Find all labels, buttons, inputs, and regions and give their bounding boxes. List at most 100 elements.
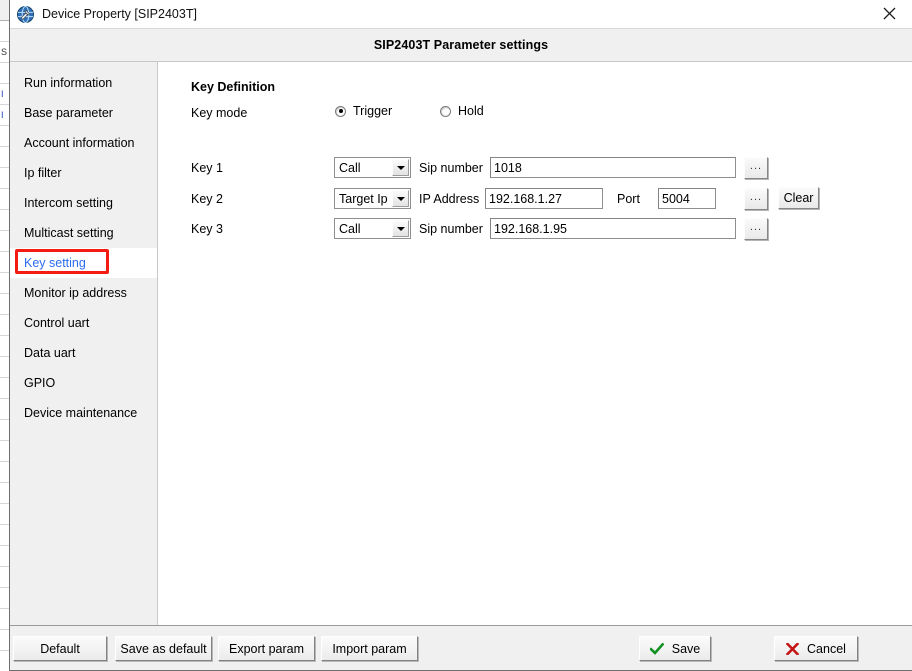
background-table-row bbox=[0, 294, 9, 315]
sidebar-item-ip-filter[interactable]: Ip filter bbox=[10, 158, 157, 188]
background-table-row bbox=[0, 630, 9, 651]
key1-label: Key 1 bbox=[191, 161, 223, 175]
key2-port-label: Port bbox=[617, 192, 640, 206]
background-table-row: I bbox=[0, 105, 9, 126]
close-icon bbox=[883, 7, 896, 20]
background-table-row bbox=[0, 252, 9, 273]
background-table-row bbox=[0, 378, 9, 399]
key3-field-label: Sip number bbox=[419, 222, 483, 236]
key3-mode-select[interactable]: Call bbox=[334, 218, 411, 239]
key2-mode-value: Target Ip bbox=[339, 191, 388, 206]
chevron-down-icon bbox=[392, 159, 409, 176]
key2-ip-address-input[interactable] bbox=[485, 188, 603, 209]
background-table-row bbox=[0, 273, 9, 294]
sidebar-item-label: Base parameter bbox=[24, 106, 113, 120]
background-table-row bbox=[0, 21, 9, 42]
sidebar-item-label: Account information bbox=[24, 136, 135, 150]
background-table-row bbox=[0, 399, 9, 420]
default-label: Default bbox=[40, 641, 80, 656]
import-param-button[interactable]: Import param bbox=[321, 636, 418, 661]
background-table-row bbox=[0, 462, 9, 483]
sidebar-item-key-setting[interactable]: Key setting bbox=[10, 248, 157, 278]
sidebar-item-control-uart[interactable]: Control uart bbox=[10, 308, 157, 338]
background-table-row bbox=[0, 567, 9, 588]
section-title: Key Definition bbox=[191, 80, 276, 94]
key3-browse-button[interactable]: ... bbox=[744, 218, 768, 240]
key2-browse-button[interactable]: ... bbox=[744, 188, 768, 210]
background-table-row bbox=[0, 420, 9, 441]
header-strip: SIP2403T Parameter settings bbox=[10, 29, 912, 62]
background-table-row bbox=[0, 525, 9, 546]
cancel-label: Cancel bbox=[807, 641, 846, 656]
radio-indicator-icon bbox=[440, 105, 451, 117]
radio-trigger[interactable]: Trigger bbox=[335, 104, 392, 118]
chevron-down-icon bbox=[392, 220, 409, 237]
sidebar-item-device-maintenance[interactable]: Device maintenance bbox=[10, 398, 157, 428]
background-table-row bbox=[0, 651, 9, 671]
sidebar-item-label: Key setting bbox=[24, 256, 86, 270]
device-property-dialog: Device Property [SIP2403T] SIP2403T Para… bbox=[9, 0, 912, 671]
sidebar-item-account-information[interactable]: Account information bbox=[10, 128, 157, 158]
key1-mode-value: Call bbox=[339, 160, 361, 175]
save-as-default-button[interactable]: Save as default bbox=[115, 636, 212, 661]
sidebar-nav: Run information Base parameter Account i… bbox=[10, 62, 158, 625]
background-table-row bbox=[0, 147, 9, 168]
radio-indicator-icon bbox=[335, 105, 346, 117]
sidebar-item-label: Ip filter bbox=[24, 166, 62, 180]
background-table-row bbox=[0, 357, 9, 378]
window-title: Device Property [SIP2403T] bbox=[42, 7, 197, 21]
save-label: Save bbox=[671, 641, 701, 656]
background-table-row bbox=[0, 210, 9, 231]
sidebar-item-label: Control uart bbox=[24, 316, 90, 330]
radio-hold[interactable]: Hold bbox=[440, 104, 484, 118]
sidebar-item-multicast-setting[interactable]: Multicast setting bbox=[10, 218, 157, 248]
key-setting-panel: Key Definition Key mode Trigger Hold Key… bbox=[158, 62, 912, 625]
key1-browse-button[interactable]: ... bbox=[744, 157, 768, 179]
sidebar-item-monitor-ip-address[interactable]: Monitor ip address bbox=[10, 278, 157, 308]
save-button[interactable]: Save bbox=[639, 636, 711, 661]
key1-field-label: Sip number bbox=[419, 161, 483, 175]
dialog-body: Run information Base parameter Account i… bbox=[10, 62, 912, 626]
sidebar-item-label: Multicast setting bbox=[24, 226, 114, 240]
key3-browse-label: ... bbox=[749, 220, 763, 233]
background-table-row bbox=[0, 126, 9, 147]
background-table-row bbox=[0, 609, 9, 630]
key2-field-label: IP Address bbox=[419, 192, 480, 206]
background-table-row bbox=[0, 168, 9, 189]
sidebar-item-intercom-setting[interactable]: Intercom setting bbox=[10, 188, 157, 218]
export-param-label: Export param bbox=[228, 641, 305, 656]
device-globe-icon bbox=[17, 5, 34, 23]
sidebar-item-label: Data uart bbox=[24, 346, 76, 360]
cancel-button[interactable]: Cancel bbox=[774, 636, 858, 661]
key1-mode-select[interactable]: Call bbox=[334, 157, 411, 178]
key3-sip-number-input[interactable] bbox=[490, 218, 736, 239]
default-button[interactable]: Default bbox=[13, 636, 107, 661]
key2-clear-label: Clear bbox=[783, 191, 814, 205]
sidebar-item-base-parameter[interactable]: Base parameter bbox=[10, 98, 157, 128]
background-table-row bbox=[0, 63, 9, 84]
save-as-default-label: Save as default bbox=[120, 641, 207, 656]
background-table-row bbox=[0, 189, 9, 210]
key2-mode-select[interactable]: Target Ip bbox=[334, 188, 411, 209]
background-table-row bbox=[0, 483, 9, 504]
sidebar-item-data-uart[interactable]: Data uart bbox=[10, 338, 157, 368]
cross-icon bbox=[786, 642, 800, 655]
sidebar-item-label: Monitor ip address bbox=[24, 286, 127, 300]
background-table-row bbox=[0, 441, 9, 462]
import-param-label: Import param bbox=[332, 641, 407, 656]
sidebar-item-run-information[interactable]: Run information bbox=[10, 68, 157, 98]
close-button[interactable] bbox=[867, 0, 912, 27]
chevron-down-icon bbox=[392, 190, 409, 207]
sidebar-item-gpio[interactable]: GPIO bbox=[10, 368, 157, 398]
key1-sip-number-input[interactable] bbox=[490, 157, 736, 178]
sidebar-item-label: Device maintenance bbox=[24, 406, 138, 420]
radio-hold-label: Hold bbox=[458, 104, 484, 118]
key2-browse-label: ... bbox=[749, 190, 763, 203]
checkmark-icon bbox=[649, 642, 664, 655]
key2-clear-button[interactable]: Clear bbox=[778, 187, 819, 209]
page-title: SIP2403T Parameter settings bbox=[373, 38, 549, 52]
export-param-button[interactable]: Export param bbox=[218, 636, 315, 661]
title-bar: Device Property [SIP2403T] bbox=[10, 0, 912, 29]
background-table-row bbox=[0, 546, 9, 567]
key2-port-input[interactable] bbox=[658, 188, 716, 209]
